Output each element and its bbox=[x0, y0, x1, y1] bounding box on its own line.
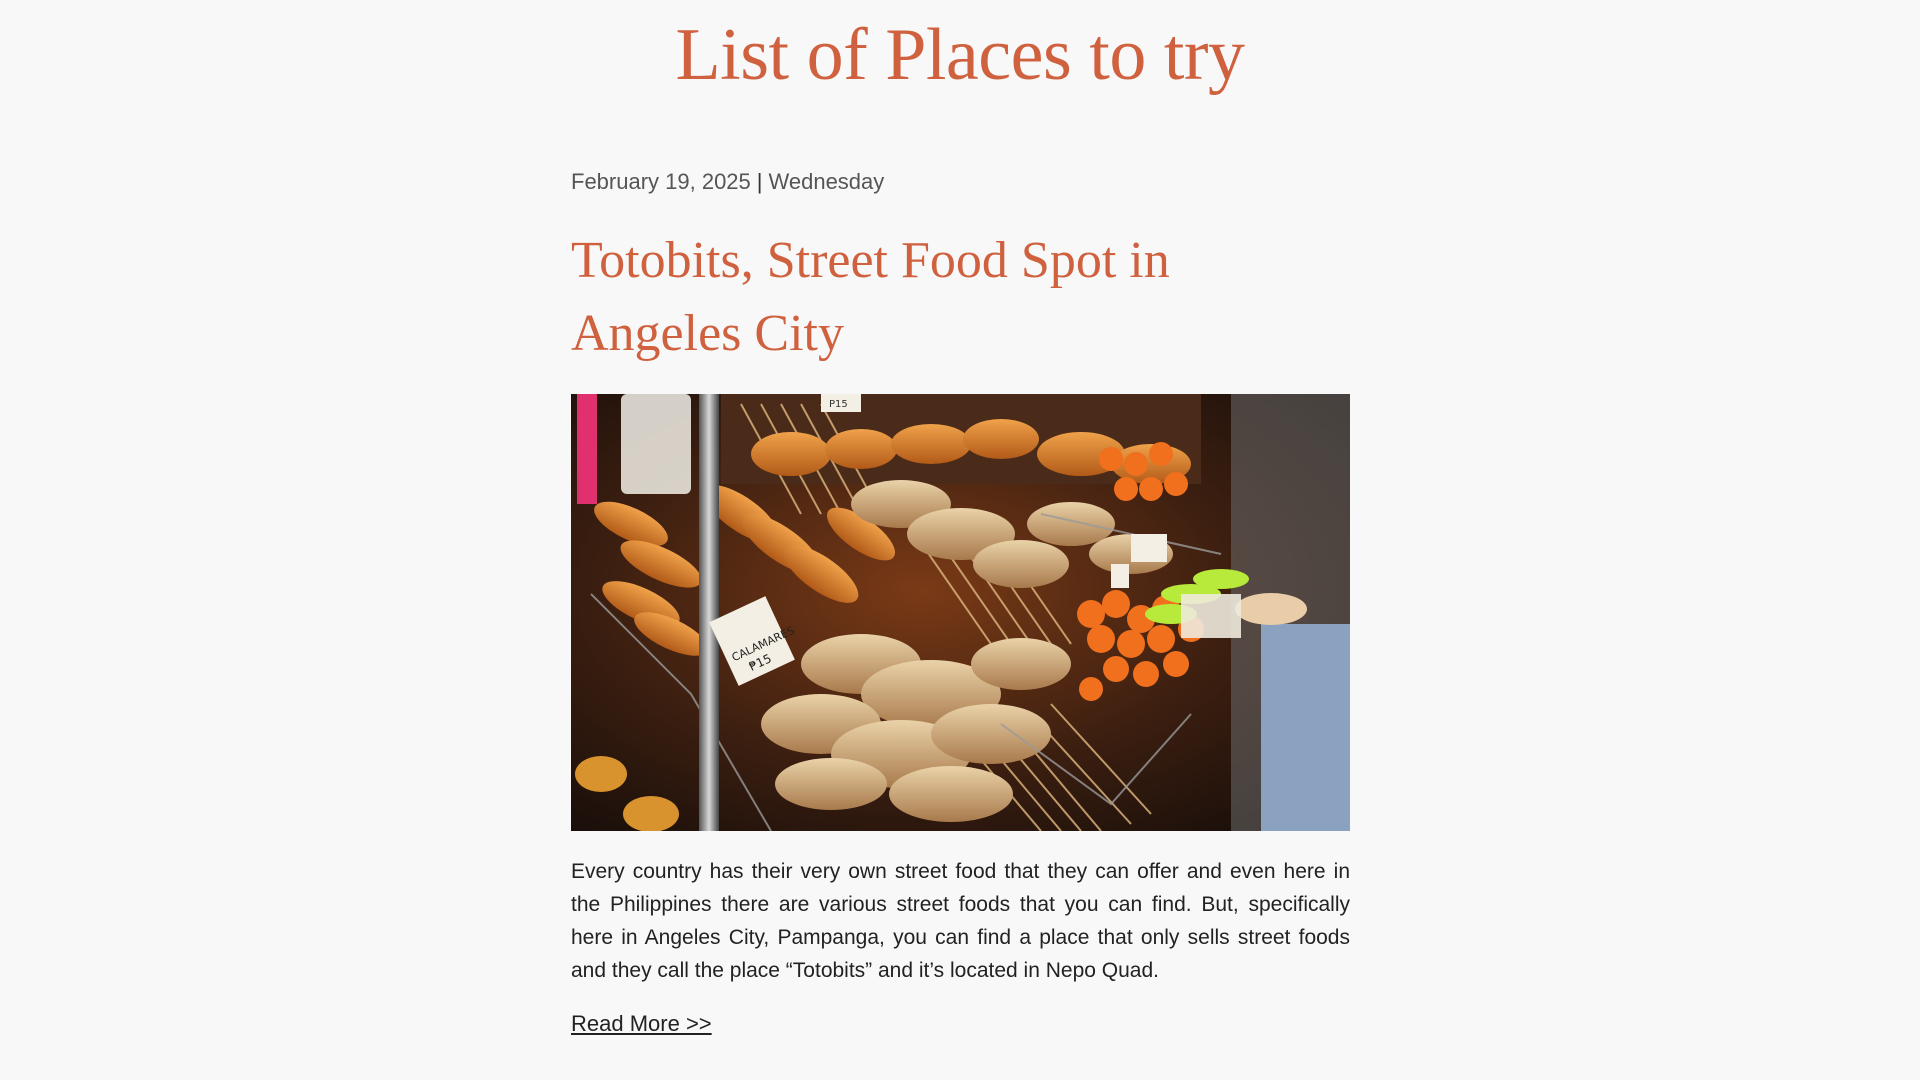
read-more-link[interactable]: Read More >> bbox=[571, 1009, 712, 1039]
post-featured-image[interactable]: CALAMARES ₱15 P15 bbox=[571, 394, 1350, 831]
page-title: List of Places to try bbox=[675, 14, 1245, 96]
street-food-photo: CALAMARES ₱15 P15 bbox=[571, 394, 1350, 831]
svg-text:P15: P15 bbox=[829, 399, 848, 410]
post-weekday: Wednesday bbox=[768, 169, 885, 194]
blog-post: February 19, 2025 | Wednesday Totobits, St… bbox=[571, 160, 1350, 1039]
post-date: February 19, 2025 bbox=[571, 169, 751, 194]
post-excerpt: Every country has their very own street … bbox=[571, 860, 1350, 982]
post-title-link[interactable]: Totobits, Street Food Spot in Angeles Ci… bbox=[571, 224, 1211, 370]
meta-separator: | bbox=[756, 169, 763, 194]
post-meta: February 19, 2025 | Wednesday bbox=[571, 160, 1350, 204]
